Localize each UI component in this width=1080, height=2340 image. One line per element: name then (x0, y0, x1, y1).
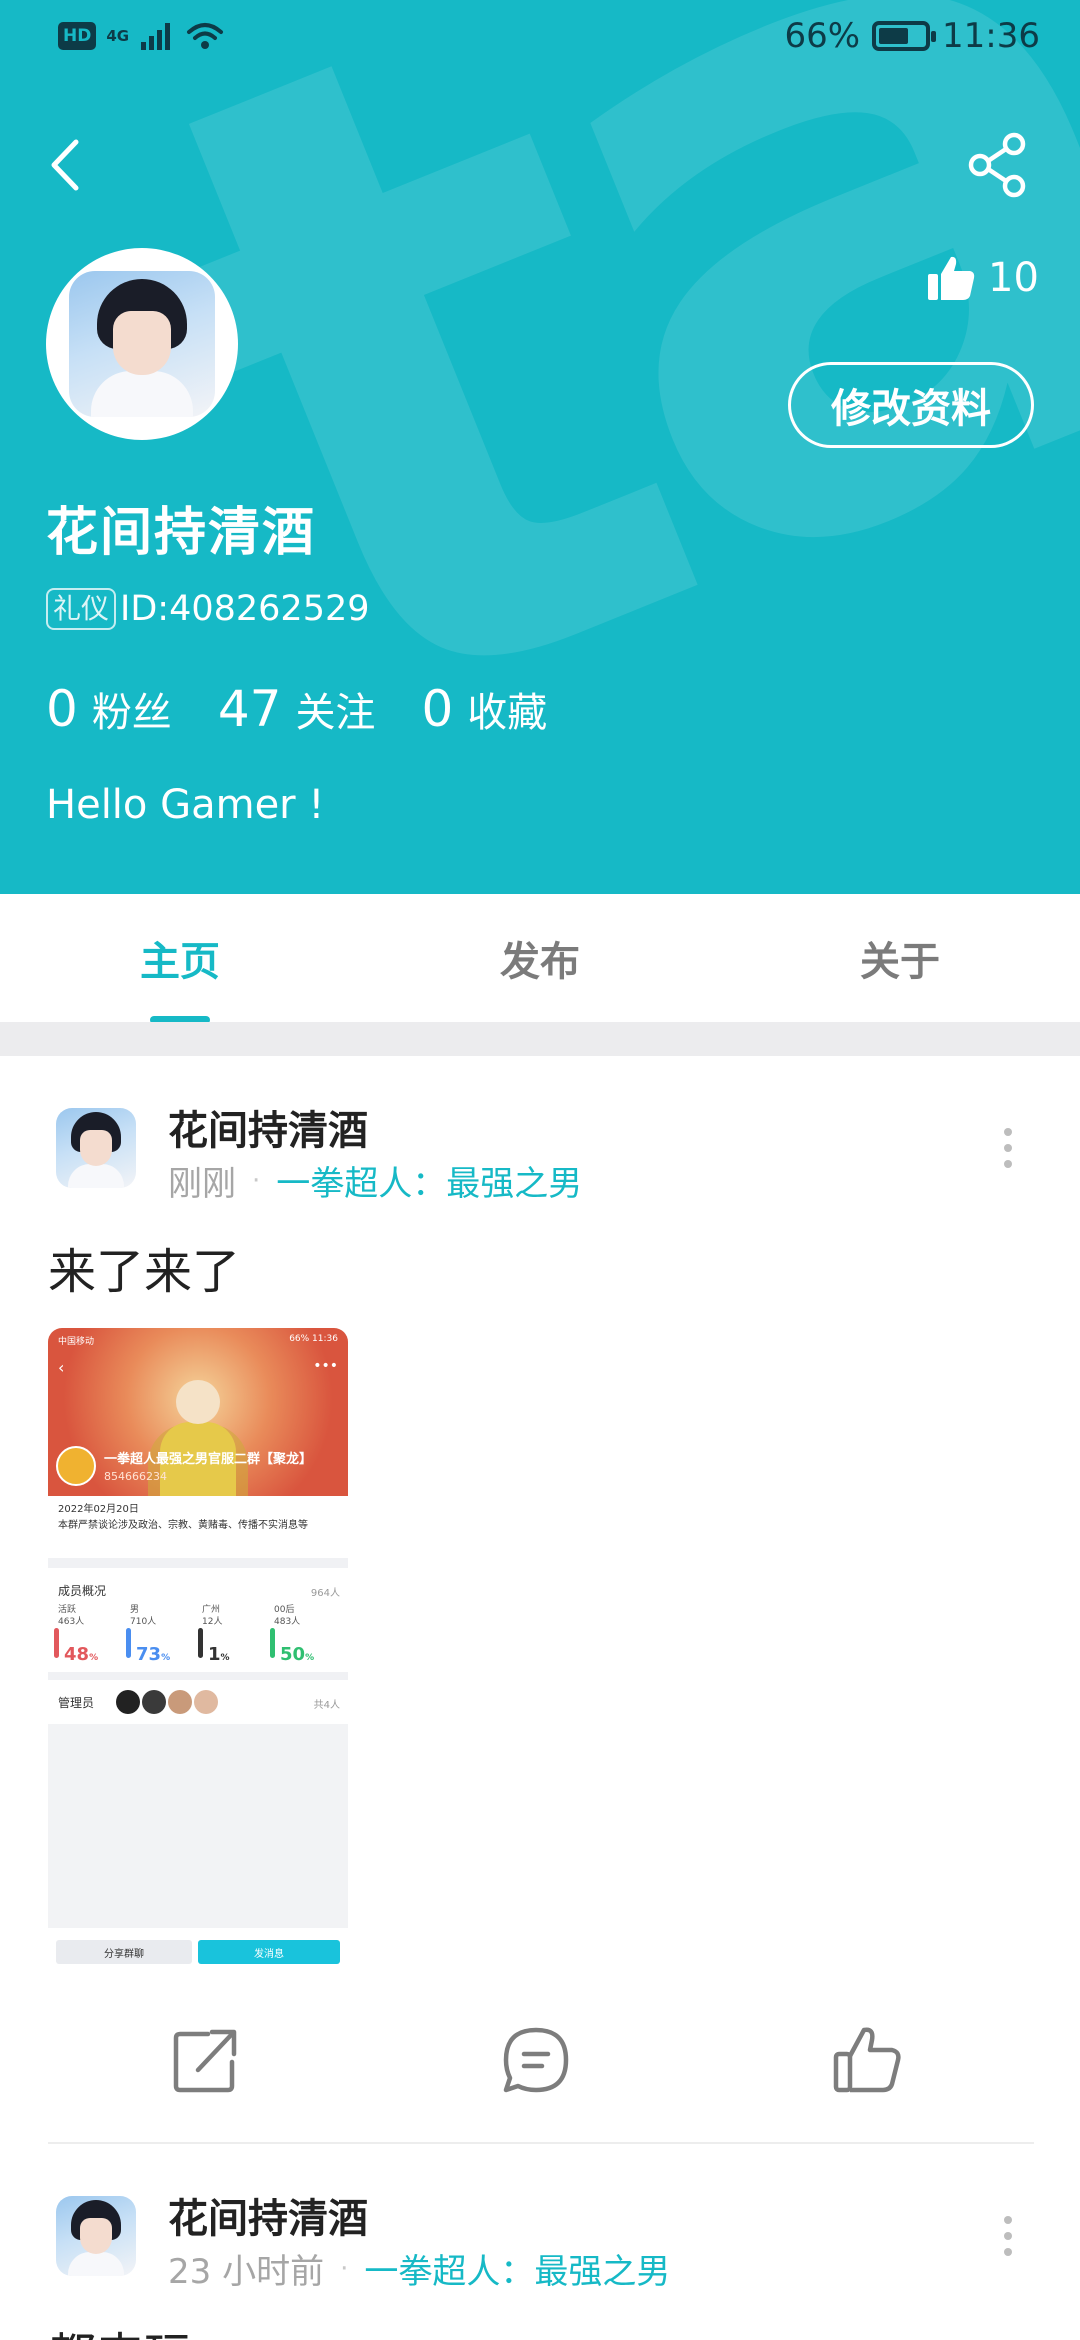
thumb-status-right: 66% 11:36 (289, 1334, 338, 1344)
battery-icon (872, 21, 937, 51)
thumb-stat-pct: 1% (208, 1644, 230, 1665)
post-author-name[interactable]: 花间持清酒 (168, 1098, 368, 1156)
post-time: 23 小时前 (168, 2252, 325, 2292)
profile-header: tapta HD 4G 66% 11: (0, 0, 1080, 894)
thumb-stat-bar (126, 1628, 131, 1658)
tab-about[interactable]: 关于 (780, 894, 1020, 1022)
meta-dot: · (252, 1165, 261, 1196)
stat-label: 粉丝 (91, 690, 172, 736)
post-group-link[interactable]: 一拳超人：最强之男 (276, 1156, 582, 1205)
thumb-members-section: 成员概况 (58, 1584, 107, 1598)
id-row: 礼仪 ID:408262529 (46, 588, 370, 630)
profile-stats: 0 粉丝 47 关注 0 收藏 (46, 680, 593, 738)
thumb-admin-total: 共4人 (313, 1700, 340, 1711)
thumb-group-avatar (56, 1446, 96, 1486)
status-right: 66% 11:36 (784, 16, 1040, 56)
thumb-status-left: 中国移动 (58, 1337, 95, 1347)
thumb-header: 中国移动 66% 11:36 ‹ ••• 一拳超人最强之男官服二群【聚龙】 854… (48, 1328, 348, 1496)
thumb-rules: 本群严禁谈论涉及政治、宗教、黄赌毒、传播不实消息等 (58, 1520, 308, 1531)
post-time: 刚刚 (168, 1164, 236, 1204)
post-author-avatar[interactable] (56, 1108, 136, 1188)
edit-profile-button[interactable]: 修改资料 (788, 362, 1034, 448)
thumb-info: 2022年02月20日 本群严禁谈论涉及政治、宗教、黄赌毒、传播不实消息等 (58, 1502, 338, 1534)
thumb-stat-pct: 73% (136, 1644, 171, 1665)
stat-label: 关注 (295, 690, 376, 736)
thumb-members-total: 964人 (310, 1588, 340, 1599)
thumb-date: 2022年02月20日 (58, 1504, 139, 1515)
post-group-link[interactable]: 一拳超人：最强之男 (364, 2244, 670, 2293)
thumb-admin-avatar (194, 1690, 218, 1714)
battery-percent: 66% (784, 16, 861, 56)
post-text: 来了来了 (48, 1244, 241, 1300)
thumb-message-button: 发消息 (198, 1940, 340, 1964)
thumb-stat: 广州 12人 (202, 1605, 223, 1627)
post-meta: 刚刚 · 一拳超人：最强之男 (168, 1156, 582, 1205)
etiquette-badge[interactable]: 礼仪 (46, 588, 117, 630)
forward-icon[interactable] (166, 2020, 246, 2100)
thumb-more-icon: ••• (313, 1358, 338, 1374)
post-divider (48, 2142, 1034, 2144)
network-label: 4G (106, 27, 130, 45)
stat-number: 0 (46, 680, 78, 738)
post-author-name[interactable]: 花间持清酒 (168, 2186, 368, 2244)
clock: 11:36 (942, 16, 1040, 56)
thumb-admin-avatar (142, 1690, 166, 1714)
stat-label: 收藏 (467, 690, 548, 736)
thumb-stat: 00后 483人 (274, 1605, 301, 1627)
more-vertical-icon[interactable] (1000, 2216, 1016, 2256)
thumb-stat-bar (54, 1628, 59, 1658)
thumb-back-icon: ‹ (58, 1358, 65, 1377)
thumb-stat-pct: 48% (64, 1644, 99, 1665)
more-vertical-icon[interactable] (1000, 1128, 1016, 1168)
user-id: ID:408262529 (120, 589, 370, 629)
wifi-icon (187, 23, 224, 49)
thumb-stat-pct: 50% (280, 1644, 315, 1665)
likes-count: 10 (988, 255, 1039, 301)
avatar-image (69, 271, 215, 417)
profile-page: tapta HD 4G 66% 11: (0, 0, 1080, 2340)
likes-counter[interactable]: 10 (926, 254, 1039, 302)
tab-home[interactable]: 主页 (60, 894, 300, 1022)
post-image[interactable]: 中国移动 66% 11:36 ‹ ••• 一拳超人最强之男官服二群【聚龙】 854… (48, 1328, 348, 1970)
stat-followers[interactable]: 0 粉丝 (46, 680, 172, 738)
back-arrow-icon[interactable] (40, 130, 90, 200)
thumb-group-id: 854666234 (104, 1470, 167, 1483)
post-meta: 23 小时前 · 一拳超人：最强之男 (168, 2244, 670, 2293)
share-icon[interactable] (966, 130, 1030, 200)
tab-posts[interactable]: 发布 (420, 894, 660, 1022)
meta-dot: · (340, 2253, 349, 2284)
thumb-share-button: 分享群聊 (56, 1940, 192, 1964)
section-separator (0, 1022, 1080, 1056)
thumb-admin-avatar (168, 1690, 192, 1714)
stat-number: 47 (217, 680, 282, 738)
status-bar: HD 4G 66% 11:36 (0, 0, 1080, 82)
stat-following[interactable]: 47 关注 (218, 680, 376, 738)
post-author-avatar[interactable] (56, 2196, 136, 2276)
comment-icon[interactable] (496, 2020, 576, 2100)
signal-icon (141, 23, 171, 50)
post-actions (0, 2020, 1080, 2100)
thumb-group-title: 一拳超人最强之男官服二群【聚龙】 (104, 1452, 313, 1467)
thumb-admin-section: 管理员 (58, 1696, 95, 1710)
thumb-stat: 活跃 463人 (58, 1605, 85, 1627)
stat-number: 0 (421, 680, 454, 738)
profile-avatar[interactable] (46, 248, 238, 440)
status-left: HD 4G (58, 20, 225, 52)
thumb-admin-avatar (116, 1690, 140, 1714)
thumb-stat-bar (198, 1628, 203, 1658)
post-text: 都来玩 (48, 2316, 192, 2340)
stat-favorites[interactable]: 0 收藏 (421, 680, 547, 738)
profile-tabs: 主页 发布 关于 (0, 894, 1080, 1022)
profile-username: 花间持清酒 (46, 503, 317, 563)
profile-bio: Hello Gamer ! (46, 782, 325, 828)
thumbs-up-icon (928, 256, 975, 300)
thumbs-up-icon[interactable] (828, 2020, 908, 2100)
thumb-stat-bar (270, 1628, 275, 1658)
hd-badge: HD (58, 22, 97, 50)
thumb-stat: 男 710人 (130, 1605, 157, 1627)
